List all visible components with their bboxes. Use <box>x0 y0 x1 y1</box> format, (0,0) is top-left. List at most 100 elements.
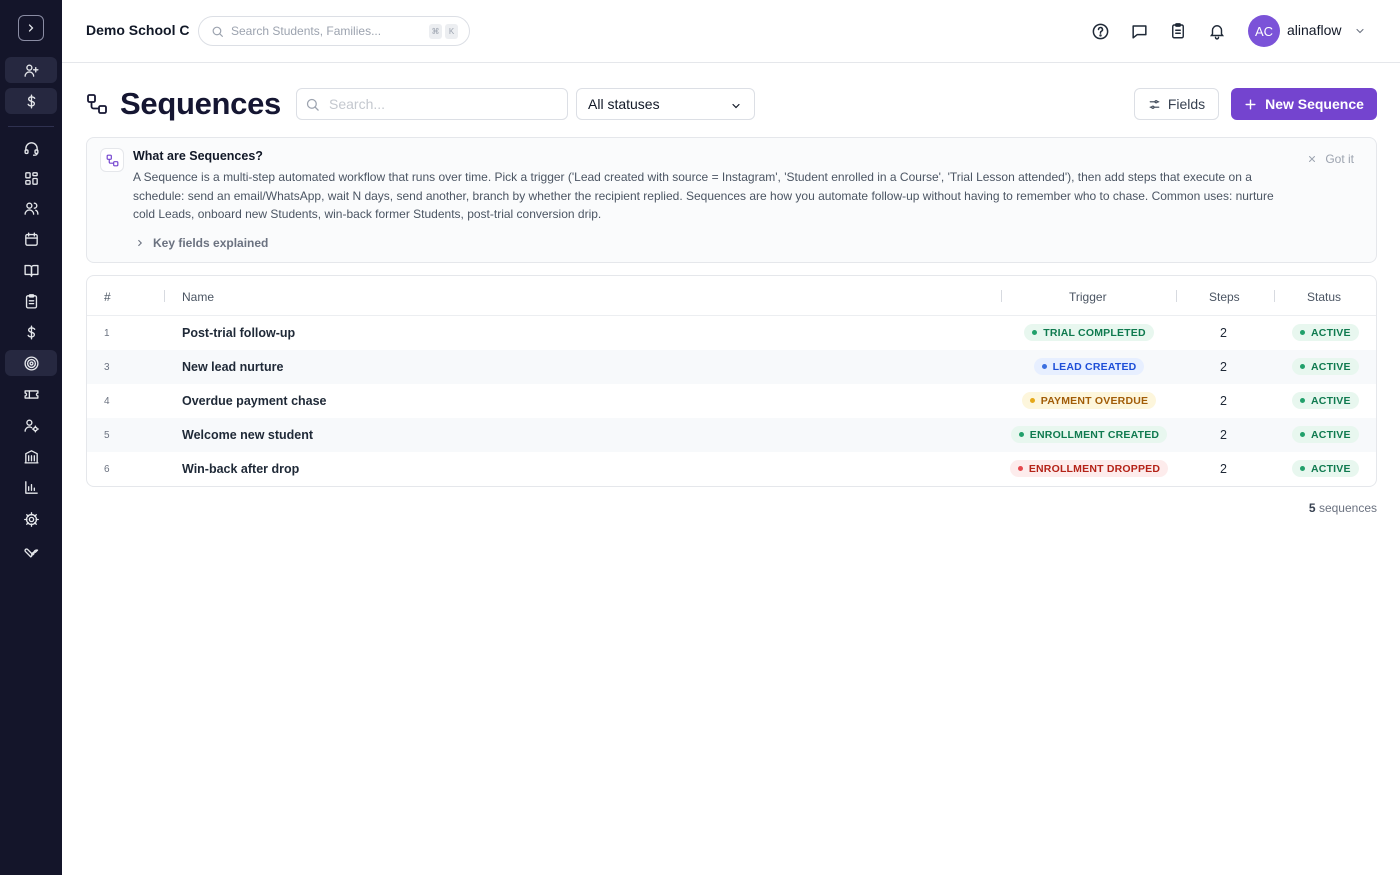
trigger-badge: TRIAL COMPLETED <box>1024 324 1154 341</box>
status-cell: ACTIVE <box>1292 426 1359 443</box>
column-resize-handle[interactable] <box>1176 290 1177 302</box>
sequence-search-placeholder: Search... <box>329 96 386 112</box>
status-label: ACTIVE <box>1311 394 1351 407</box>
column-header-steps[interactable]: Steps <box>1209 290 1240 304</box>
user-name[interactable]: alinaflow <box>1287 22 1341 38</box>
sidebar-divider <box>8 126 54 127</box>
column-resize-handle[interactable] <box>1274 290 1275 302</box>
sequence-name[interactable]: Welcome new student <box>182 428 313 442</box>
dismiss-info-button[interactable]: Got it <box>1307 152 1354 166</box>
status-dot <box>1300 364 1305 369</box>
sidebar-item-wrench[interactable] <box>5 537 57 563</box>
sidebar-item-users[interactable] <box>5 195 57 221</box>
trigger-badge: LEAD CREATED <box>1033 358 1145 375</box>
trigger-label: ENROLLMENT DROPPED <box>1028 462 1161 475</box>
gear-icon <box>23 511 39 527</box>
table-row[interactable]: 4 Overdue payment chase PAYMENT OVERDUE 2 AC… <box>87 384 1376 418</box>
sequence-name[interactable]: New lead nurture <box>182 360 283 374</box>
target-icon <box>23 355 39 371</box>
status-dot <box>1300 330 1305 335</box>
sidebar-item-building[interactable] <box>5 443 57 469</box>
row-number: 5 <box>104 430 110 441</box>
sidebar-item-user-settings[interactable] <box>5 412 57 438</box>
table-row[interactable]: 3 New lead nurture LEAD CREATED 2 ACTIVE <box>87 350 1376 384</box>
fields-button-label: Fields <box>1167 96 1206 112</box>
sequence-name[interactable]: Overdue payment chase <box>182 394 327 408</box>
column-resize-handle[interactable] <box>164 290 165 302</box>
sequence-count-label: sequences <box>1318 501 1377 515</box>
steps-count: 2 <box>1220 360 1227 374</box>
row-number: 6 <box>104 464 110 475</box>
sidebar-item-clipboard[interactable] <box>5 288 57 314</box>
status-badge: ACTIVE <box>1292 460 1359 477</box>
dashboard-icon <box>24 171 38 185</box>
notifications-button[interactable] <box>1207 21 1227 41</box>
sidebar-item-book[interactable] <box>5 257 57 283</box>
status-label: ACTIVE <box>1311 360 1351 373</box>
headset-icon <box>23 141 39 156</box>
plus-icon <box>1245 98 1256 110</box>
sidebar-item-calendar[interactable] <box>5 226 57 252</box>
building-icon <box>23 449 39 464</box>
trigger-badge: ENROLLMENT CREATED <box>1010 426 1168 443</box>
help-circle-icon <box>1092 23 1108 39</box>
key-fields-toggle[interactable]: Key fields explained <box>135 236 268 250</box>
trigger-dot <box>1017 466 1023 471</box>
fields-button[interactable]: Fields <box>1134 88 1219 120</box>
sidebar-item-dollar[interactable] <box>5 319 57 345</box>
top-bar: Demo School C Search Students, Families.… <box>62 0 1400 63</box>
wrench-icon <box>23 547 38 558</box>
sidebar-item-ticket[interactable] <box>5 381 57 407</box>
sidebar-item-dashboard[interactable] <box>5 165 57 191</box>
sequence-search-input[interactable]: Search... <box>296 88 568 120</box>
chevron-down-icon[interactable] <box>1354 25 1366 37</box>
help-button[interactable] <box>1090 21 1110 41</box>
column-resize-handle[interactable] <box>1001 290 1002 302</box>
table-row[interactable]: 1 Post-trial follow-up TRIAL COMPLETED 2 ACT… <box>87 316 1376 350</box>
page-title: Sequences <box>120 86 281 121</box>
sidebar-item-headset[interactable] <box>5 135 57 161</box>
tasks-button[interactable] <box>1168 21 1188 41</box>
new-sequence-button[interactable]: New Sequence <box>1231 88 1377 120</box>
key-fields-label: Key fields explained <box>153 236 269 250</box>
trigger-dot <box>1032 330 1038 335</box>
user-plus-icon <box>23 64 39 77</box>
sequence-name[interactable]: Win-back after drop <box>182 462 299 476</box>
row-number: 3 <box>104 362 110 373</box>
shortcut-key-cmd: ⌘ <box>429 24 442 39</box>
sidebar-item-gear[interactable] <box>5 506 57 532</box>
column-header-number[interactable]: # <box>104 290 111 304</box>
status-dot <box>1300 466 1305 471</box>
messages-button[interactable] <box>1129 21 1149 41</box>
chevron-down-icon <box>732 103 740 109</box>
table-row[interactable]: 5 Welcome new student ENROLLMENT CREATED 2 A… <box>87 418 1376 452</box>
sequence-name[interactable]: Post-trial follow-up <box>182 326 295 340</box>
column-header-status[interactable]: Status <box>1307 290 1341 304</box>
sidebar-item-user-plus[interactable] <box>5 57 57 83</box>
trigger-label: PAYMENT OVERDUE <box>1040 394 1149 407</box>
trigger-cell: PAYMENT OVERDUE <box>1002 392 1176 409</box>
trigger-label: TRIAL COMPLETED <box>1043 326 1146 339</box>
global-search-input[interactable]: Search Students, Families... ⌘ K <box>198 16 470 46</box>
table-row[interactable]: 6 Win-back after drop ENROLLMENT DROPPED 2 A… <box>87 452 1376 486</box>
school-name: Demo School C <box>86 22 190 38</box>
sidebar-item-chart[interactable] <box>5 474 57 500</box>
trigger-badge: PAYMENT OVERDUE <box>1021 392 1157 409</box>
status-cell: ACTIVE <box>1292 324 1359 341</box>
trigger-dot <box>1018 432 1024 437</box>
chevron-right-icon <box>138 239 143 247</box>
status-label: ACTIVE <box>1311 428 1351 441</box>
column-header-trigger[interactable]: Trigger <box>1069 290 1107 304</box>
sidebar-item-target[interactable] <box>5 350 57 376</box>
column-header-name[interactable]: Name <box>182 290 214 304</box>
sequence-icon <box>106 154 118 166</box>
sidebar-item-dollar[interactable] <box>5 88 57 114</box>
search-icon <box>306 98 319 111</box>
trigger-cell: ENROLLMENT CREATED <box>1002 426 1176 443</box>
status-filter-select[interactable]: All statuses <box>576 88 755 120</box>
sidebar-expand-button[interactable] <box>18 15 44 41</box>
status-filter-value: All statuses <box>588 96 660 112</box>
status-badge: ACTIVE <box>1292 392 1359 409</box>
trigger-label: ENROLLMENT CREATED <box>1029 428 1160 441</box>
user-avatar[interactable]: AC <box>1248 15 1280 47</box>
